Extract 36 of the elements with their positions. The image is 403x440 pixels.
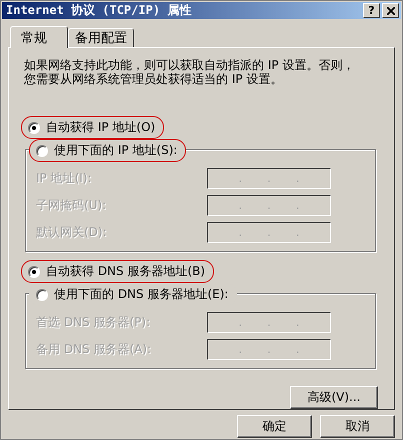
advanced-button[interactable]: 高级(V)...: [290, 386, 378, 409]
ip-separator: .: [267, 198, 271, 212]
help-button[interactable]: ?: [363, 3, 380, 18]
radio-option[interactable]: 自动获得 DNS 服务器地址(B): [21, 260, 214, 283]
radio-option[interactable]: 使用下面的 IP 地址(S):: [29, 139, 186, 162]
window-title: Internet 协议 (TCP/IP) 属性: [6, 2, 192, 19]
ip-separator: .: [267, 316, 271, 328]
radio-label: 自动获得 DNS 服务器地址(B): [46, 263, 206, 280]
tab[interactable]: 常规: [10, 26, 68, 48]
ip-separator: .: [238, 316, 242, 328]
radio-button[interactable]: [28, 266, 40, 278]
radio-button[interactable]: [28, 122, 40, 134]
ip-separator: .: [238, 342, 242, 356]
ip-separator: .: [267, 342, 271, 356]
radio-button[interactable]: [36, 144, 48, 156]
ip-separator: .: [296, 226, 300, 238]
close-button[interactable]: [382, 3, 399, 18]
ip-separator: .: [296, 316, 300, 328]
ip-separator: .: [267, 172, 271, 184]
radio-button[interactable]: [36, 288, 48, 300]
radio-option[interactable]: 自动获得 IP 地址(O): [21, 116, 164, 139]
dialog-button[interactable]: 取消: [320, 415, 395, 438]
ip-separator: .: [296, 172, 300, 184]
radio-label: 使用下面的 IP 地址(S):: [54, 142, 178, 159]
close-icon: [386, 6, 394, 14]
ip-separator: .: [296, 342, 300, 356]
radio-label: 自动获得 IP 地址(O): [46, 119, 156, 136]
ip-separator: .: [296, 198, 300, 212]
ip-separator: .: [238, 198, 242, 212]
ip-separator: .: [238, 172, 242, 184]
tab[interactable]: 备用配置: [68, 28, 134, 47]
radio-label: 使用下面的 DNS 服务器地址(E):: [54, 286, 228, 303]
ip-separator: .: [267, 226, 271, 238]
intro-text: 如果网络支持此功能，则可以获取自动指派的 IP 设置。否则， 您需要从网络系统管理员处获得适当的 IP 设置。: [23, 58, 356, 86]
ip-separator: .: [238, 226, 242, 238]
dialog-button[interactable]: 确定: [237, 415, 312, 438]
